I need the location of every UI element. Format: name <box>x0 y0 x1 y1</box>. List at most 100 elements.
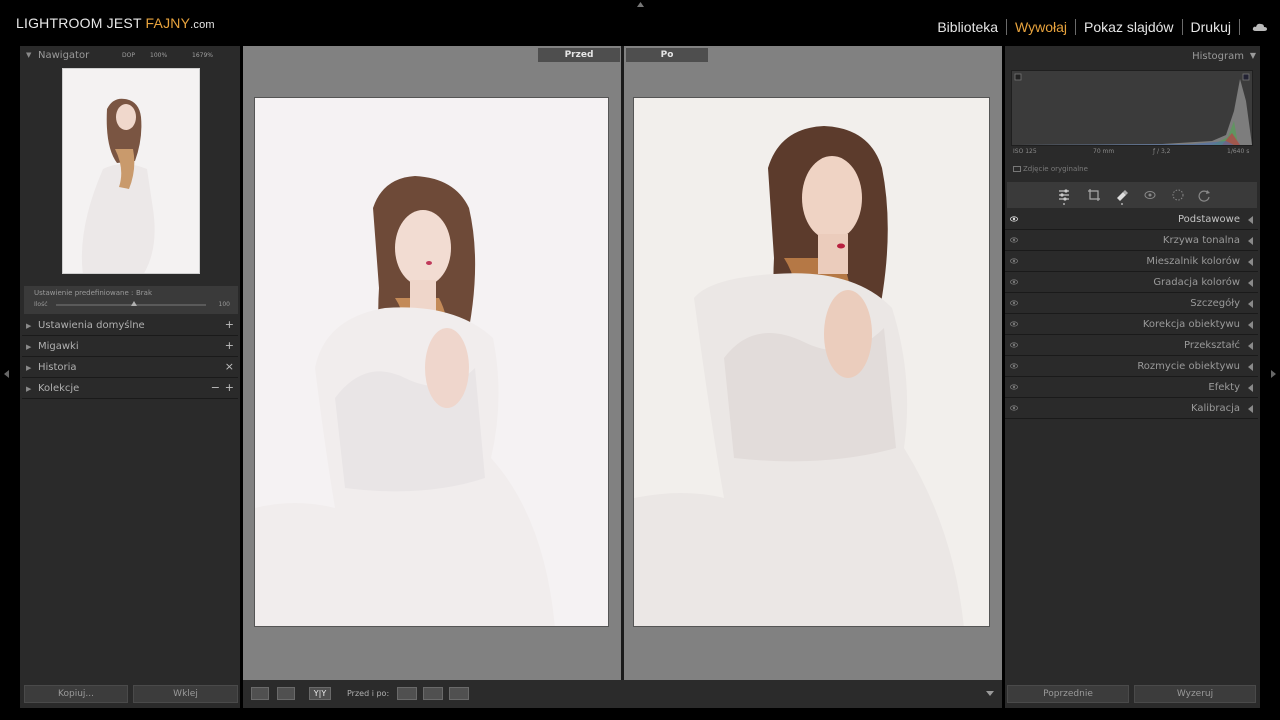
expand-triangle-icon <box>1248 405 1253 413</box>
section-label: Historia <box>38 362 77 373</box>
preset-value[interactable]: Brak <box>136 289 152 297</box>
module-library[interactable]: Biblioteka <box>929 19 1006 35</box>
adjustments-sliders-icon[interactable] <box>1057 188 1071 202</box>
remove-collection-button[interactable]: − <box>211 381 220 394</box>
section-tone-curve[interactable]: Krzywa tonalna <box>1005 231 1258 251</box>
eye-icon[interactable] <box>1010 237 1018 243</box>
section-color-grading[interactable]: Gradacja kolorów <box>1005 273 1258 293</box>
expand-triangle-icon: ▶ <box>26 385 32 393</box>
brand-suffix: .com <box>190 19 215 31</box>
tool-strip <box>1007 182 1257 208</box>
eye-icon[interactable] <box>1010 363 1018 369</box>
aperture-value: ƒ / 3,2 <box>1153 148 1171 155</box>
zoom-100-option[interactable]: 100% <box>150 52 167 59</box>
expand-triangle-icon <box>1248 384 1253 392</box>
section-label: Kolekcje <box>38 383 80 394</box>
clear-history-button[interactable]: × <box>225 360 234 373</box>
zoom-custom-option[interactable]: 1679% <box>192 52 213 59</box>
eye-icon[interactable] <box>1010 258 1018 264</box>
module-slideshow[interactable]: Pokaz slajdów <box>1076 19 1182 35</box>
section-snapshots[interactable]: ▶ Migawki + <box>22 337 238 357</box>
eye-icon[interactable] <box>1010 279 1018 285</box>
eye-icon[interactable] <box>1010 342 1018 348</box>
eye-icon[interactable] <box>1010 300 1018 306</box>
before-after-label: Przed i po: <box>347 689 390 698</box>
eye-icon[interactable] <box>1010 405 1018 411</box>
reset-button[interactable]: Wyzeruj <box>1134 685 1256 703</box>
swap-before-after-button[interactable] <box>449 687 469 700</box>
section-basic[interactable]: Podstawowe <box>1005 210 1258 230</box>
tool-dot <box>1121 203 1123 205</box>
expand-triangle-icon: ▶ <box>26 364 32 372</box>
preset-label: Ustawienie predefiniowane : <box>34 289 134 297</box>
eye-icon[interactable] <box>1010 321 1018 327</box>
highlight-clipping-icon <box>1242 73 1250 81</box>
section-label: Kalibracja <box>1190 403 1240 414</box>
section-history[interactable]: ▶ Historia × <box>22 358 238 378</box>
add-snapshot-button[interactable]: + <box>225 339 234 352</box>
navigator-header[interactable]: ▼ Nawigator DOP 100% 1679% <box>20 46 240 64</box>
histogram-chart[interactable] <box>1011 70 1253 146</box>
original-photo-checkbox[interactable] <box>1013 166 1021 172</box>
module-print[interactable]: Drukuj <box>1183 19 1239 35</box>
copy-settings-button[interactable]: Kopiuj... <box>24 685 128 703</box>
masking-icon[interactable] <box>1171 188 1185 202</box>
section-transform[interactable]: Przekształć <box>1005 336 1258 356</box>
copy-before-to-after-button[interactable] <box>397 687 417 700</box>
expand-triangle-icon <box>1248 321 1253 329</box>
expand-triangle-icon <box>1248 258 1253 266</box>
original-photo-label: Zdjęcie oryginalne <box>1023 165 1088 173</box>
add-preset-button[interactable]: + <box>225 318 234 331</box>
expand-triangle-icon <box>1248 237 1253 245</box>
paste-settings-button[interactable]: Wklej <box>133 685 238 703</box>
section-lens-blur[interactable]: Rozmycie obiektywu <box>1005 357 1258 377</box>
section-color-mixer[interactable]: Mieszalnik kolorów <box>1005 252 1258 272</box>
loupe-view-button[interactable] <box>251 687 269 700</box>
section-label: Rozmycie obiektywu <box>1137 361 1240 372</box>
section-collections[interactable]: ▶ Kolekcje − + <box>22 379 238 399</box>
navigator-preview[interactable] <box>62 68 200 274</box>
add-collection-button[interactable]: + <box>225 381 234 394</box>
after-photo[interactable] <box>633 97 990 627</box>
navigator-title: Nawigator <box>38 50 90 61</box>
preset-amount-value: 100 <box>218 301 230 308</box>
healing-brush-icon[interactable] <box>1115 188 1129 202</box>
presets-refresh-icon[interactable] <box>1197 188 1211 202</box>
section-label: Korekcja obiektywu <box>1142 319 1240 330</box>
eye-icon[interactable] <box>1010 384 1018 390</box>
previous-settings-button[interactable]: Poprzednie <box>1007 685 1129 703</box>
section-presets[interactable]: ▶ Ustawienia domyślne + <box>22 316 238 336</box>
toolbar-menu-chevron-down-icon[interactable] <box>986 691 994 696</box>
copy-after-to-before-button[interactable] <box>423 687 443 700</box>
red-eye-icon[interactable] <box>1143 188 1157 202</box>
collapse-top-arrow-icon[interactable] <box>637 2 644 7</box>
grid-view-button[interactable] <box>277 687 295 700</box>
before-after-mode-button[interactable]: Y|Y <box>309 687 331 700</box>
section-calibration[interactable]: Kalibracja <box>1005 399 1258 419</box>
expand-triangle-icon <box>1248 363 1253 371</box>
zoom-fit-option[interactable]: DOP <box>122 52 135 59</box>
after-label: Po <box>626 48 708 62</box>
brand-prefix: LIGHTROOM JEST <box>16 15 146 31</box>
navigator-photo <box>63 69 199 273</box>
cloud-sync-icon[interactable] <box>1252 22 1268 32</box>
expand-triangle-icon <box>1248 216 1253 224</box>
before-photo[interactable] <box>254 97 609 627</box>
eye-icon[interactable] <box>1010 216 1018 222</box>
collapse-triangle-icon[interactable]: ▼ <box>1250 51 1256 60</box>
lightroom-window: LIGHTROOM JEST FAJNY.com Biblioteka Wywo… <box>0 0 1280 720</box>
section-lens-corrections[interactable]: Korekcja obiektywu <box>1005 315 1258 335</box>
section-effects[interactable]: Efekty <box>1005 378 1258 398</box>
crop-icon[interactable] <box>1087 188 1101 202</box>
brand-logo: LIGHTROOM JEST FAJNY.com <box>16 15 215 31</box>
section-label: Ustawienia domyślne <box>38 320 145 331</box>
histogram-title: Histogram <box>1192 51 1244 62</box>
collapse-left-arrow-icon[interactable] <box>4 370 9 378</box>
module-develop[interactable]: Wywołaj <box>1007 19 1075 35</box>
preset-amount-handle[interactable] <box>131 301 137 306</box>
section-label: Gradacja kolorów <box>1153 277 1240 288</box>
section-detail[interactable]: Szczegóły <box>1005 294 1258 314</box>
collapse-right-arrow-icon[interactable] <box>1271 370 1276 378</box>
module-picker: Biblioteka Wywołaj Pokaz slajdów Drukuj <box>929 19 1240 35</box>
compare-divider <box>621 46 624 680</box>
